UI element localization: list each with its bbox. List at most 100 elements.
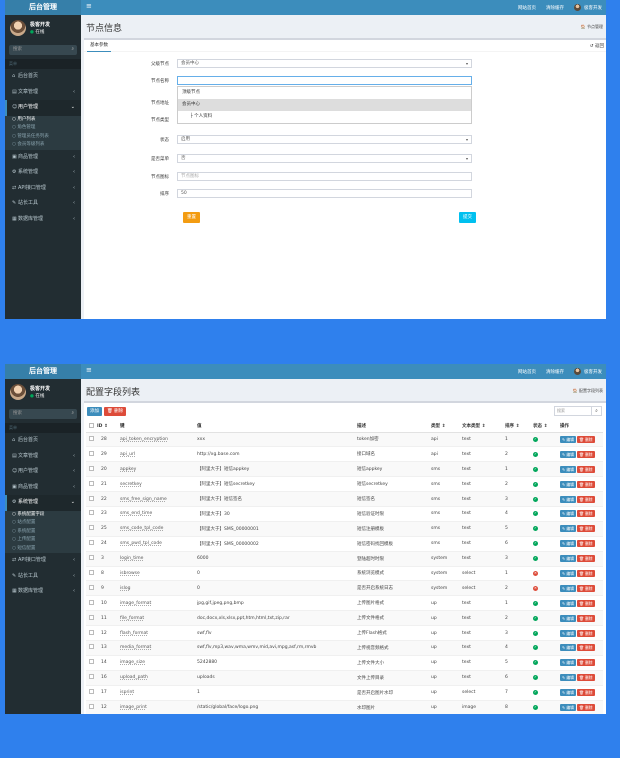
submenu-item[interactable]: ○ 会员等级列表 [5,141,81,150]
delete-row-button[interactable]: 🗑 删除 [576,614,595,622]
dropdown-option[interactable]: 顶级节点 [178,87,471,99]
sidebar-item[interactable]: ⌂ 后台首页 [5,433,81,449]
check-circle-icon[interactable]: ✓ [533,556,538,562]
checkbox[interactable] [89,614,94,620]
sidebar-item[interactable]: ☺用户管理 ⌄ [5,100,81,116]
checkbox[interactable] [89,674,94,680]
cell-key[interactable]: media_format [120,639,197,656]
submit-button[interactable]: 提交 [459,212,476,223]
edit-button[interactable]: ✎ 编辑 [560,465,576,473]
delete-row-button[interactable]: 🗑 删除 [576,465,595,473]
check-circle-icon[interactable]: ✓ [533,481,538,487]
column-header[interactable]: 文本类型 ⇕ [462,421,505,433]
sidebar-item[interactable]: ✎ 站长工具 ‹ [5,196,81,212]
checkbox[interactable] [89,465,94,471]
parent-select[interactable]: 会员中心 ▾ [177,59,472,68]
hamburger-icon[interactable]: ≡ [86,2,92,10]
edit-button[interactable]: ✎ 编辑 [560,450,576,458]
check-circle-icon[interactable]: ✓ [533,600,538,606]
check-circle-icon[interactable]: ✓ [533,436,538,442]
cell-key[interactable]: api_url [120,446,197,462]
clear-cache-link[interactable]: 清除缓存 [546,369,564,375]
delete-row-button[interactable]: 🗑 删除 [576,584,595,592]
reset-button[interactable]: 重置 [183,212,200,223]
table-search-input[interactable]: 搜索 [554,406,592,416]
column-header[interactable]: 排序 ⇕ [505,421,533,433]
checkbox[interactable] [89,659,94,665]
edit-button[interactable]: ✎ 编辑 [560,525,576,533]
checkbox[interactable] [89,422,94,428]
dropdown-option[interactable]: ├ 个人资料 [178,111,471,123]
edit-button[interactable]: ✎ 编辑 [560,584,576,592]
x-circle-icon[interactable]: ✕ [533,585,538,591]
search-icon[interactable]: ⌕ [71,45,74,55]
check-circle-icon[interactable]: ✓ [533,645,538,651]
edit-button[interactable]: ✎ 编辑 [560,629,576,637]
edit-button[interactable]: ✎ 编辑 [560,659,576,667]
delete-row-button[interactable]: 🗑 删除 [576,644,595,652]
hamburger-icon[interactable]: ≡ [86,366,92,374]
add-button[interactable]: 添加 [87,407,102,416]
cell-key[interactable]: isprint [120,684,197,701]
sidebar-item[interactable]: ⌂ 后台首页 [5,69,81,85]
breadcrumb[interactable]: 🏠 配置字段列表 [573,388,603,394]
delete-button[interactable]: 🗑 删除 [104,407,127,416]
check-circle-icon[interactable]: ✓ [533,451,538,457]
checkbox[interactable] [89,555,94,561]
submenu-item[interactable]: ○ 角色管理 [5,124,81,133]
edit-button[interactable]: ✎ 编辑 [560,599,576,607]
cell-key[interactable]: sms_free_sign_name [120,491,197,507]
breadcrumb[interactable]: 🏠 节点管理 [581,24,603,30]
checkbox[interactable] [89,525,94,531]
cell-key[interactable]: sms_end_time [120,505,197,522]
edit-button[interactable]: ✎ 编辑 [560,644,576,652]
sidebar-item[interactable]: ☺用户管理 ‹ [5,464,81,480]
check-circle-icon[interactable]: ✓ [533,496,538,502]
cell-key[interactable]: file_format [120,610,197,626]
clear-cache-link[interactable]: 清除缓存 [546,5,564,11]
sidebar-item[interactable]: ▣商品管理 ‹ [5,150,81,166]
name-input[interactable] [177,76,472,85]
check-circle-icon[interactable]: ✓ [533,690,538,696]
x-circle-icon[interactable]: ✕ [533,570,538,576]
search-icon[interactable]: ⌕ [71,409,74,419]
delete-row-button[interactable]: 🗑 删除 [576,599,595,607]
check-circle-icon[interactable]: ✓ [533,675,538,681]
sidebar-item[interactable]: ▦数据库管理 ‹ [5,212,81,228]
delete-row-button[interactable]: 🗑 删除 [576,674,595,682]
column-header[interactable]: 状态 ⇕ [533,421,560,433]
cell-key[interactable]: islog [120,580,197,596]
submenu-item[interactable]: ○ 管理员任务列表 [5,133,81,142]
edit-button[interactable]: ✎ 编辑 [560,495,576,503]
dropdown-option[interactable]: 会员中心 [178,99,471,111]
tab-basic-params[interactable]: 基本参数 [87,40,111,52]
cell-key[interactable]: upload_path [120,669,197,686]
cell-key[interactable]: appkey [120,461,197,477]
check-circle-icon[interactable]: ✓ [533,511,538,517]
edit-button[interactable]: ✎ 编辑 [560,510,576,518]
sidebar-item[interactable]: ▣商品管理 ‹ [5,480,81,496]
delete-row-button[interactable]: 🗑 删除 [576,569,595,577]
delete-row-button[interactable]: 🗑 删除 [576,629,595,637]
visit-site-link[interactable]: 网站首页 [518,369,536,375]
cell-key[interactable]: flash_format [120,625,197,641]
visit-site-link[interactable]: 网站首页 [518,5,536,11]
submenu-item[interactable]: ○ 站点配置 [5,519,81,528]
brand-logo[interactable]: 后台管理 [5,0,81,15]
checkbox[interactable] [89,629,94,635]
edit-button[interactable]: ✎ 编辑 [560,555,576,563]
checkbox[interactable] [89,569,94,575]
delete-row-button[interactable]: 🗑 删除 [576,495,595,503]
delete-row-button[interactable]: 🗑 删除 [576,540,595,548]
select-all-checkbox[interactable] [86,421,97,433]
menu-select[interactable]: 否 ▾ [177,154,472,163]
checkbox[interactable] [89,480,94,486]
edit-button[interactable]: ✎ 编辑 [560,540,576,548]
delete-row-button[interactable]: 🗑 删除 [576,704,595,712]
checkbox[interactable] [89,495,94,501]
sidebar-item[interactable]: ▤文章管理 ‹ [5,449,81,465]
delete-row-button[interactable]: 🗑 删除 [576,480,595,488]
edit-button[interactable]: ✎ 编辑 [560,569,576,577]
delete-row-button[interactable]: 🗑 删除 [576,555,595,563]
search-icon[interactable]: ⌕ [592,406,602,416]
